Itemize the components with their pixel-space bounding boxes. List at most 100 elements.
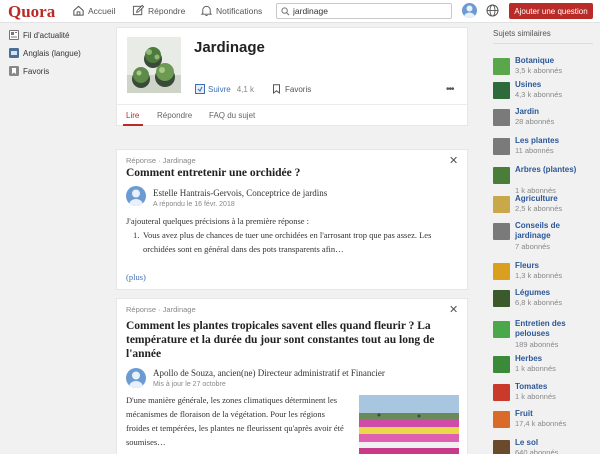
question-title[interactable]: Comment entretenir une orchidée ?: [126, 166, 456, 180]
feed-icon: [9, 30, 19, 40]
topic-thumbnail: [493, 290, 510, 307]
nav-home-label: Accueil: [88, 5, 116, 16]
tab-read[interactable]: Lire: [126, 111, 139, 120]
author-name[interactable]: Apollo de Souza, ancien(ne) Directeur ad…: [153, 368, 385, 378]
similar-topic-item[interactable]: Le sol 640 abonnés: [493, 438, 598, 454]
left-sidebar: Fil d'actualité Anglais (langue) Favoris: [0, 23, 110, 80]
similar-topic-item[interactable]: Herbes 1 k abonnés: [493, 354, 598, 378]
topic-thumbnail: [493, 440, 510, 454]
similar-topic-item[interactable]: Jardin 28 abonnés: [493, 107, 598, 131]
answer-card: Réponse · Jardinage ✕ Comment entretenir…: [116, 149, 468, 290]
nav-notifications-label: Notifications: [216, 5, 263, 16]
topic-thumbnail: [493, 263, 510, 280]
topic-title: Jardinage: [194, 39, 265, 56]
nav-answer-label: Répondre: [148, 5, 186, 16]
similar-topics-title: Sujets similaires: [493, 29, 551, 38]
answer-intro: J'ajouteral quelques précisions à la pre…: [126, 216, 310, 226]
sidebar-item-label: Fil d'actualité: [23, 30, 70, 40]
topic-name[interactable]: Jardin: [515, 107, 595, 117]
similar-topic-item[interactable]: Les plantes 11 abonnés: [493, 136, 598, 160]
favorites-label: Favoris: [285, 84, 312, 94]
tab-answer[interactable]: Répondre: [157, 111, 192, 120]
nav-answer[interactable]: Répondre: [132, 4, 185, 17]
quora-logo[interactable]: Quora: [8, 2, 55, 22]
author-avatar[interactable]: [126, 186, 146, 206]
topic-header-card: Jardinage Suivre 4,1 k Favoris ••• Lire …: [116, 27, 468, 126]
topic-thumbnail: [493, 138, 510, 155]
favorites-button[interactable]: Favoris: [272, 84, 311, 94]
answer-date[interactable]: Mis à jour le 27 octobre: [153, 381, 226, 388]
nav-notifications[interactable]: Notifications: [200, 4, 262, 17]
answer-date[interactable]: A répondu le 16 févr. 2018: [153, 201, 235, 208]
tab-faq[interactable]: FAQ du sujet: [209, 111, 255, 120]
search-input[interactable]: [293, 6, 443, 16]
topic-name[interactable]: Entretien des pelouses: [515, 319, 595, 339]
topic-name[interactable]: Botanique: [515, 56, 595, 66]
topic-name[interactable]: Herbes: [515, 354, 595, 364]
follow-button[interactable]: Suivre 4,1 k: [195, 84, 254, 94]
active-tab-indicator: [123, 124, 143, 126]
topic-icon: [9, 48, 19, 58]
topic-name[interactable]: Légumes: [515, 288, 595, 298]
topic-thumbnail: [493, 356, 510, 373]
bell-icon: [200, 5, 213, 17]
answer-body: D'une manière générale, les zones climat…: [126, 395, 344, 447]
sidebar-item-favorites[interactable]: Favoris: [0, 62, 110, 80]
top-navbar: Quora Accueil Répondre Notifications Ajo…: [0, 0, 600, 23]
similar-topic-item[interactable]: Entretien des pelouses 189 abonnés: [493, 319, 598, 349]
ask-question-button[interactable]: Ajouter une question: [509, 3, 593, 19]
topic-name[interactable]: Fruit: [515, 409, 595, 419]
bookmark-icon: [273, 84, 280, 94]
similar-topic-item[interactable]: Arbres (plantes) 1 k abonnés: [493, 165, 598, 195]
read-more-link[interactable]: (plus): [126, 272, 146, 282]
topic-thumbnail: [493, 384, 510, 401]
topic-thumbnail: [493, 167, 510, 184]
topic-followers: 4,3 k abonnés: [515, 90, 563, 99]
sidebar-item-label: Favoris: [23, 66, 50, 76]
answer-image: [359, 395, 459, 454]
answer-meta: Réponse · Jardinage: [126, 305, 196, 314]
similar-topic-item[interactable]: Agriculture 2,5 k abonnés: [493, 194, 598, 218]
question-title[interactable]: Comment les plantes tropicales savent el…: [126, 319, 461, 361]
topic-thumbnail: [493, 109, 510, 126]
topic-followers: 3,5 k abonnés: [515, 66, 563, 75]
bookmark-icon: [9, 66, 19, 76]
similar-topic-item[interactable]: Fleurs 1,3 k abonnés: [493, 261, 598, 285]
user-avatar[interactable]: [462, 3, 477, 18]
globe-icon[interactable]: [486, 4, 499, 17]
follow-label: Suivre: [208, 84, 231, 94]
topic-name[interactable]: Arbres (plantes): [515, 165, 595, 175]
author-name[interactable]: Estelle Hantrais-Gervois, Conceptrice de…: [153, 188, 327, 198]
close-icon[interactable]: ✕: [449, 303, 458, 316]
similar-topic-item[interactable]: Conseils de jardinage 7 abonnés: [493, 221, 598, 251]
topic-followers: 2,5 k abonnés: [515, 204, 563, 213]
topic-name[interactable]: Usines: [515, 80, 595, 90]
similar-topic-item[interactable]: Fruit 17,4 k abonnés: [493, 409, 598, 433]
topic-name[interactable]: Conseils de jardinage: [515, 221, 595, 241]
topic-thumbnail: [493, 82, 510, 99]
pencil-square-icon: [132, 4, 145, 16]
home-icon: [73, 5, 84, 16]
similar-topic-item[interactable]: Légumes 6,8 k abonnés: [493, 288, 598, 312]
topic-name[interactable]: Fleurs: [515, 261, 595, 271]
sidebar-item-feed[interactable]: Fil d'actualité: [0, 26, 110, 44]
list-text: Vous avez plus de chances de tuer une or…: [143, 230, 432, 254]
topic-thumbnail: [493, 321, 510, 338]
topic-name[interactable]: Les plantes: [515, 136, 595, 146]
nav-home[interactable]: Accueil: [72, 4, 115, 17]
similar-topic-item[interactable]: Botanique 3,5 k abonnés: [493, 56, 598, 80]
search-box[interactable]: [276, 3, 452, 19]
topic-name[interactable]: Tomates: [515, 382, 595, 392]
author-avatar[interactable]: [126, 368, 146, 388]
topic-name[interactable]: Le sol: [515, 438, 595, 448]
topic-followers: 1 k abonnés: [515, 392, 556, 401]
topic-name[interactable]: Agriculture: [515, 194, 595, 204]
topic-followers: 17,4 k abonnés: [515, 419, 567, 428]
similar-topic-item[interactable]: Tomates 1 k abonnés: [493, 382, 598, 406]
similar-topic-item[interactable]: Usines 4,3 k abonnés: [493, 80, 598, 104]
topic-followers: 28 abonnés: [515, 117, 555, 126]
more-options-icon[interactable]: •••: [446, 84, 454, 95]
list-number: 1.: [133, 230, 140, 240]
sidebar-item-label: Anglais (langue): [23, 48, 81, 58]
sidebar-item-english[interactable]: Anglais (langue): [0, 44, 110, 62]
